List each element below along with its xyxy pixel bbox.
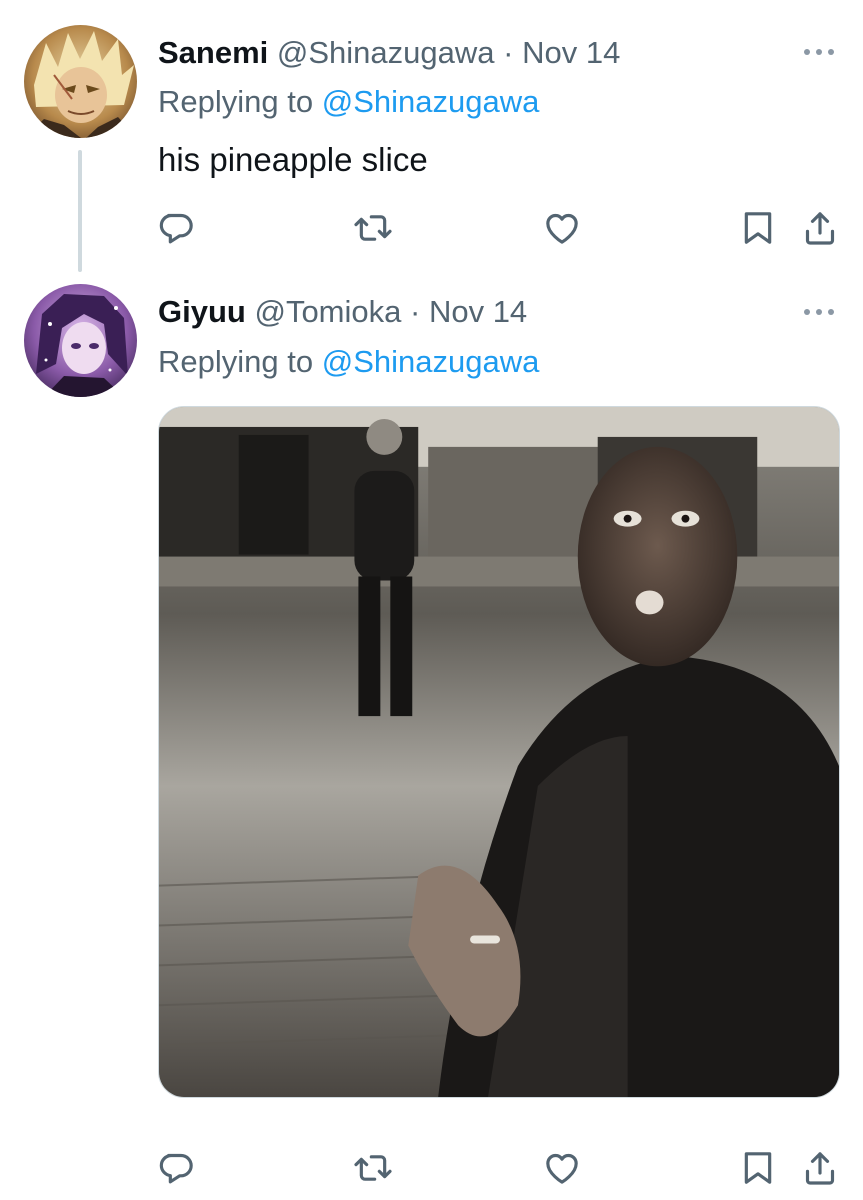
tweet-header: Giyuu @Tomioka · Nov 14 xyxy=(158,292,527,332)
replying-to-label: Replying to xyxy=(158,84,314,119)
tweet-date[interactable]: Nov 14 xyxy=(429,294,527,329)
action-bar xyxy=(0,1145,863,1191)
reaction-gif-image xyxy=(159,407,839,1097)
separator-dot: · xyxy=(410,294,421,329)
tweet-text: his pineapple slice xyxy=(158,141,428,178)
replying-to-mention[interactable]: @Shinazugawa xyxy=(322,344,540,379)
tweet-media-gif[interactable] xyxy=(158,406,840,1098)
tweet-header: Sanemi @Shinazugawa · Nov 14 xyxy=(158,33,620,73)
anime-avatar-blond-image xyxy=(24,25,137,138)
handle[interactable]: @Tomioka xyxy=(254,294,401,329)
like-icon[interactable] xyxy=(539,205,585,251)
share-icon[interactable] xyxy=(797,205,843,251)
replying-to: Replying to @Shinazugawa xyxy=(158,82,539,122)
reply-icon[interactable] xyxy=(152,1145,198,1191)
retweet-icon[interactable] xyxy=(350,1145,396,1191)
share-icon[interactable] xyxy=(797,1145,843,1191)
separator-dot: · xyxy=(503,35,514,70)
more-options-icon[interactable] xyxy=(799,42,839,62)
bookmark-icon[interactable] xyxy=(735,1145,781,1191)
avatar[interactable] xyxy=(24,284,137,397)
replying-to-mention[interactable]: @Shinazugawa xyxy=(322,84,540,119)
replying-to-label: Replying to xyxy=(158,344,314,379)
tweet-giyuu[interactable]: Giyuu @Tomioka · Nov 14 Replying to @Shi… xyxy=(0,280,863,1200)
action-bar xyxy=(0,205,863,251)
avatar[interactable] xyxy=(24,25,137,138)
anime-avatar-purple-image xyxy=(24,284,137,397)
handle[interactable]: @Shinazugawa xyxy=(277,35,495,70)
display-name[interactable]: Sanemi xyxy=(158,35,268,70)
retweet-icon[interactable] xyxy=(350,205,396,251)
tweet-sanemi[interactable]: Sanemi @Shinazugawa · Nov 14 Replying to… xyxy=(0,0,863,280)
replying-to: Replying to @Shinazugawa xyxy=(158,342,539,382)
bookmark-icon[interactable] xyxy=(735,205,781,251)
display-name[interactable]: Giyuu xyxy=(158,294,246,329)
like-icon[interactable] xyxy=(539,1145,585,1191)
tweet-date[interactable]: Nov 14 xyxy=(522,35,620,70)
more-options-icon[interactable] xyxy=(799,302,839,322)
reply-icon[interactable] xyxy=(152,205,198,251)
